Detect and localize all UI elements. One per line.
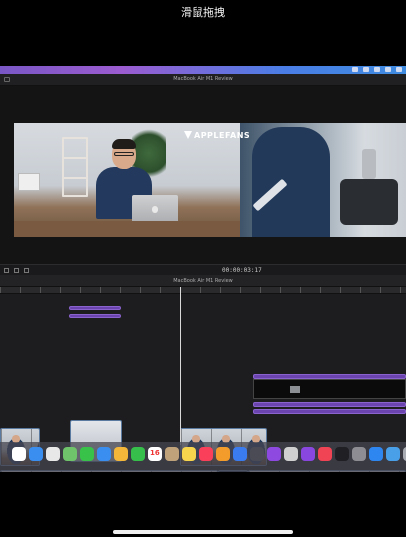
brand-logo-icon — [184, 131, 192, 139]
motion-icon[interactable] — [267, 447, 281, 461]
news-icon[interactable] — [318, 447, 332, 461]
pages-icon[interactable] — [216, 447, 230, 461]
dock — [0, 442, 406, 472]
title-clip[interactable] — [69, 306, 121, 310]
gesture-caption: 滑鼠拖拽 — [181, 6, 225, 19]
viewer-controls: 00:00:03:17 — [0, 264, 406, 275]
maps-icon[interactable] — [63, 447, 77, 461]
desk — [14, 221, 240, 237]
b-roll-person — [252, 127, 330, 237]
battery-icon[interactable] — [363, 67, 369, 72]
imac-prop — [18, 173, 40, 191]
messages-icon[interactable] — [80, 447, 94, 461]
shelf-prop — [62, 137, 88, 197]
brand-watermark: APPLEFANS — [184, 131, 250, 140]
menu-bar — [0, 66, 406, 74]
shot-b-roll — [240, 123, 406, 237]
notes-icon[interactable] — [182, 447, 196, 461]
search-icon[interactable] — [374, 67, 380, 72]
playhead[interactable] — [180, 287, 181, 445]
wifi-icon[interactable] — [352, 67, 358, 72]
clip-thumbnail — [290, 386, 300, 393]
timeline-title: MacBook Air M1 Review — [173, 278, 233, 284]
home-indicator[interactable] — [113, 530, 293, 534]
title-clip[interactable] — [253, 409, 406, 414]
safari-icon[interactable] — [29, 447, 43, 461]
tv-icon[interactable] — [335, 447, 349, 461]
title-clip[interactable] — [253, 402, 406, 407]
timeline-header: MacBook Air M1 Review — [0, 275, 406, 287]
compressor-icon[interactable] — [284, 447, 298, 461]
preview-icon[interactable] — [386, 447, 400, 461]
dock-row — [12, 447, 406, 461]
chair-prop — [340, 149, 398, 225]
timeline-ruler[interactable] — [0, 287, 406, 294]
podcasts-icon[interactable] — [301, 447, 315, 461]
viewer[interactable]: APPLEFANS — [0, 86, 406, 327]
finalcut-icon[interactable] — [250, 447, 264, 461]
siri-icon[interactable] — [396, 67, 402, 72]
reminders-icon[interactable] — [12, 447, 26, 461]
chrome-icon[interactable] — [46, 447, 60, 461]
title-clip[interactable] — [69, 314, 121, 318]
video-frame: APPLEFANS — [14, 123, 406, 237]
control-center-icon[interactable] — [385, 67, 391, 72]
contacts-icon[interactable] — [165, 447, 179, 461]
window-title: MacBook Air M1 Review — [173, 76, 233, 82]
calendar-icon[interactable] — [148, 447, 162, 461]
mail-icon[interactable] — [97, 447, 111, 461]
zoom-icon[interactable] — [14, 268, 19, 273]
shot-presenter — [14, 123, 240, 237]
app-toolbar: MacBook Air M1 Review — [0, 74, 406, 86]
music-icon[interactable] — [199, 447, 213, 461]
black-title-clip[interactable] — [253, 379, 406, 399]
timecode-display: 00:00:03:17 — [222, 267, 262, 274]
facetime-icon[interactable] — [131, 447, 145, 461]
view-options-icon[interactable] — [4, 268, 9, 273]
systemprefs-icon[interactable] — [352, 447, 366, 461]
mac-screen: MacBook Air M1 Review APPLEFANS 00:00:03… — [0, 66, 406, 472]
appstore-icon[interactable] — [369, 447, 383, 461]
transform-icon[interactable] — [24, 268, 29, 273]
keynote-icon[interactable] — [233, 447, 247, 461]
timeline[interactable] — [0, 294, 406, 472]
status-tray — [352, 67, 402, 72]
photos-icon[interactable] — [114, 447, 128, 461]
